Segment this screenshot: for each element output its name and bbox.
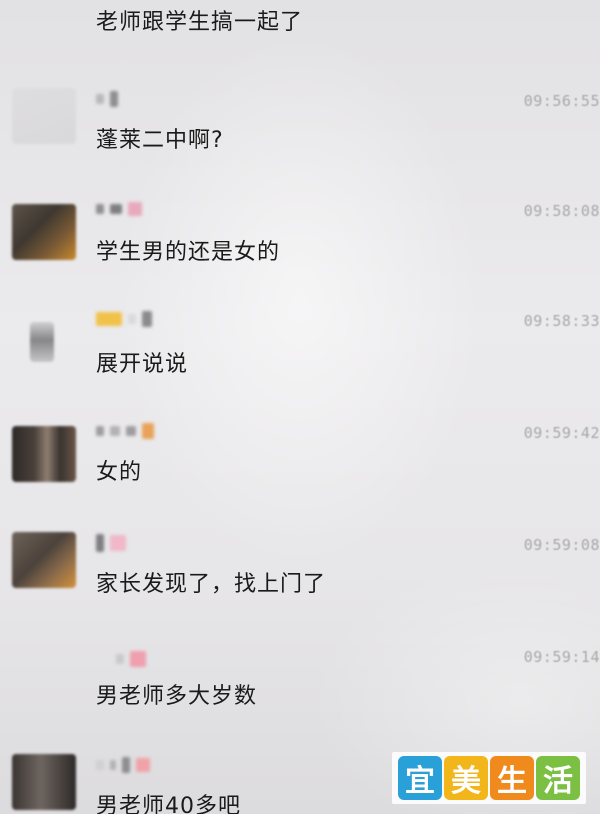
sender-name-redacted xyxy=(96,534,126,552)
message-timestamp: 09:58:33 xyxy=(523,312,600,330)
message-timestamp: 09:59:08 xyxy=(523,536,600,554)
message-text: 男老师多大岁数 xyxy=(96,684,258,709)
sender-name-redacted xyxy=(96,90,118,108)
avatar[interactable] xyxy=(12,88,76,144)
message-text: 学生男的还是女的 xyxy=(96,240,281,265)
message-timestamp: 09:59:42 xyxy=(523,424,600,442)
sender-name-redacted xyxy=(96,200,142,218)
watermark-char: 活 xyxy=(536,756,580,800)
sender-name-redacted xyxy=(96,756,150,774)
message-text: 男老师40多吧 xyxy=(96,794,241,814)
message-timestamp: 09:59:14 xyxy=(523,648,600,666)
avatar[interactable] xyxy=(12,204,76,260)
sender-name-redacted xyxy=(96,422,154,440)
watermark-char: 美 xyxy=(444,756,488,800)
watermark-logo: 宜 美 生 活 xyxy=(392,752,586,804)
chat-screen: 老师跟学生搞一起了 09:56:55 蓬莱二中啊? 09:58:08 学生男的还… xyxy=(0,0,600,814)
message-text: 展开说说 xyxy=(96,352,189,377)
message-text: 蓬莱二中啊? xyxy=(96,128,224,153)
message-timestamp: 09:56:55 xyxy=(523,92,600,110)
avatar[interactable] xyxy=(12,754,76,810)
watermark-char: 宜 xyxy=(398,756,442,800)
message-timestamp: 09:58:08 xyxy=(523,202,600,220)
avatar[interactable] xyxy=(12,426,76,482)
watermark-char: 生 xyxy=(490,756,534,800)
message-text: 老师跟学生搞一起了 xyxy=(96,10,304,35)
message-text: 家长发现了，找上门了 xyxy=(96,572,327,597)
sender-name-redacted xyxy=(96,310,152,328)
message-text: 女的 xyxy=(96,460,143,485)
avatar[interactable] xyxy=(30,322,54,362)
avatar[interactable] xyxy=(12,532,76,588)
sender-name-redacted xyxy=(116,650,146,668)
